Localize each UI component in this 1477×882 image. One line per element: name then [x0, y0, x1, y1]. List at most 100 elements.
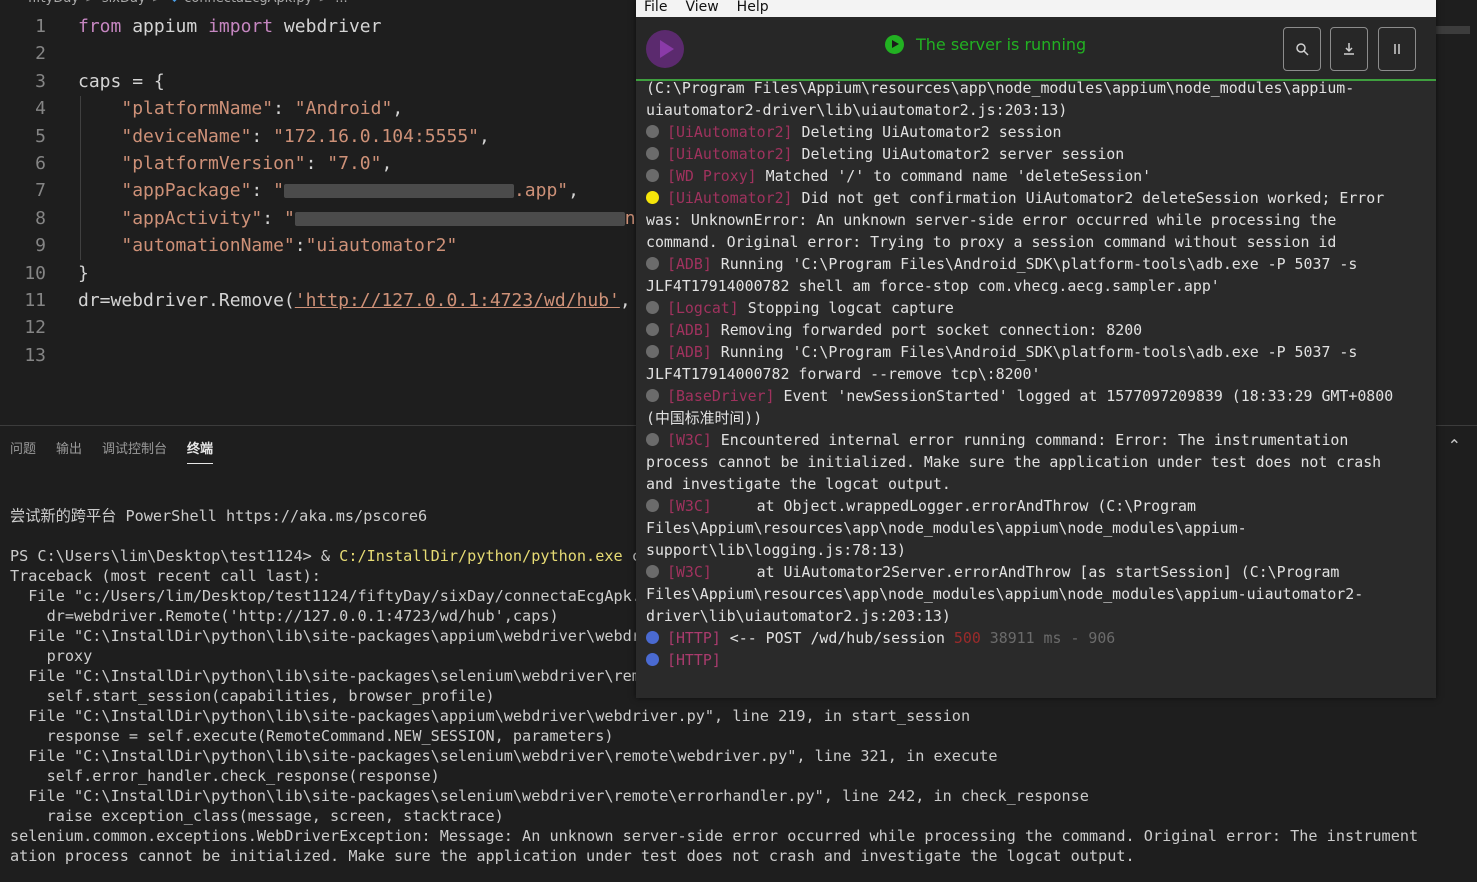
log-line: [ADB] Removing forwarded port socket con…	[646, 319, 1431, 341]
appium-logo-icon	[646, 30, 684, 68]
code-token: :	[251, 125, 274, 147]
log-text: process cannot be initialized. Make sure…	[646, 453, 1382, 471]
appium-header: The server is running	[636, 17, 1436, 81]
pause-server-button[interactable]	[1378, 27, 1416, 71]
code-line[interactable]: 6 "platformVersion": "7.0",	[0, 150, 640, 177]
terminal-text: File "C:\InstallDir\python\lib\site-pack…	[10, 667, 651, 685]
code-token: "	[273, 180, 284, 202]
terminal-line: Traceback (most recent call last):	[10, 566, 321, 586]
terminal-line: dr=webdriver.Remote('http://127.0.0.1:47…	[10, 606, 559, 626]
breadcrumb-item[interactable]: ...	[335, 0, 347, 6]
code-line[interactable]: 13	[0, 342, 640, 369]
log-line: [HTTP] <-- POST /wd/hub/session 500 3891…	[646, 627, 1431, 649]
log-text: command. Original error: Trying to proxy…	[646, 233, 1337, 251]
panel-tab[interactable]: 终端	[187, 438, 214, 464]
code-line[interactable]: 5 "deviceName": "172.16.0.104:5555",	[0, 123, 640, 150]
minimap-scrollbar[interactable]	[1436, 26, 1470, 34]
code-token: (	[283, 290, 295, 311]
code-text: "platformName": "Android",	[78, 95, 403, 122]
code-token: "7.0"	[327, 153, 382, 174]
line-number: 12	[24, 317, 46, 339]
log-text: Matched '/' to command name 'deleteSessi…	[756, 167, 1152, 185]
line-number: 7	[35, 180, 46, 202]
download-logs-button[interactable]	[1330, 27, 1368, 71]
search-icon	[1296, 42, 1309, 56]
log-line: support\lib\logging.js:78:13)	[646, 539, 1431, 561]
code-line[interactable]: 11 dr=webdriver.Remove('http://127.0.0.1:…	[0, 287, 640, 314]
code-token: "172.16.0.104:5555"	[273, 125, 479, 147]
terminal-line: proxy	[10, 646, 93, 666]
menu-file[interactable]: File	[644, 0, 667, 15]
log-text: Deleting UiAutomator2 session	[792, 123, 1062, 141]
code-line[interactable]: 1 from appium import webdriver	[0, 13, 640, 40]
terminal-text: response = self.execute(RemoteCommand.NE…	[10, 727, 614, 745]
log-line: and investigate the logcat output.	[646, 473, 1431, 495]
breadcrumb-item[interactable]: fiftyDay	[28, 0, 79, 6]
code-token: :	[262, 207, 284, 229]
log-line: driver\lib\uiautomator2.js:203:13)	[646, 605, 1431, 627]
info-icon	[646, 433, 659, 446]
log-line: was: UnknownError: An unknown server-sid…	[646, 209, 1431, 231]
log-line: [UiAutomator2] Deleting UiAutomator2 ses…	[646, 121, 1431, 143]
code-line[interactable]: 10}	[0, 260, 640, 287]
log-text: Did not get confirmation UiAutomator2 de…	[792, 189, 1385, 207]
terminal-text: dr=webdriver.Remote('http://127.0.0.1:47…	[10, 607, 559, 625]
log-tag: [W3C]	[667, 431, 712, 449]
code-token: }	[78, 262, 89, 284]
code-line[interactable]: 2	[0, 40, 640, 67]
line-number: 3	[35, 70, 46, 92]
code-line[interactable]: 9 "automationName":"uiautomator2"	[0, 232, 640, 259]
terminal-line: self.start_session(capabilities, browser…	[10, 686, 495, 706]
breadcrumb-item[interactable]: sixDay	[102, 0, 146, 6]
code-line[interactable]: 8 "appActivity": " n	[0, 205, 640, 232]
panel-tab[interactable]: 调试控制台	[102, 438, 167, 463]
code-token: "appPackage"	[121, 180, 252, 202]
panel-tab[interactable]: 输出	[56, 438, 82, 463]
terminal-text: File "C:\InstallDir\python\lib\site-pack…	[10, 747, 998, 765]
menu-help[interactable]: Help	[737, 0, 769, 15]
log-tag: [HTTP]	[667, 629, 721, 647]
code-text: caps = {	[78, 68, 165, 95]
code-line[interactable]: 7 "appPackage": " .app",	[0, 177, 640, 204]
terminal-text: proxy	[10, 647, 93, 665]
menu-bar: File View Help	[636, 0, 1436, 17]
code-token: = {	[121, 70, 165, 92]
terminal-text: Traceback (most recent call last):	[10, 567, 321, 585]
log-text: was: UnknownError: An unknown server-sid…	[646, 211, 1337, 229]
code-token: ,	[381, 153, 393, 174]
breadcrumb: fiftyDay > sixDay > ❖connectaEcgApk.py >...	[28, 0, 348, 9]
menu-view[interactable]: View	[685, 0, 718, 15]
line-number: 5	[35, 125, 46, 147]
code-line[interactable]: 3 caps = {	[0, 68, 640, 95]
log-text: Stopping logcat capture	[738, 299, 954, 317]
log-tag: [UiAutomator2]	[667, 189, 793, 207]
search-logs-button[interactable]	[1283, 27, 1321, 71]
breadcrumb-separator: >	[152, 0, 163, 6]
terminal-text: 尝试新的跨平台 PowerShell https://aka.ms/pscore…	[10, 507, 428, 525]
line-number: 10	[24, 262, 46, 284]
line-number: 11	[24, 290, 46, 311]
code-token: :	[251, 180, 274, 202]
python-file-icon: ❖	[169, 0, 181, 6]
code-line[interactable]: 12	[0, 314, 640, 341]
server-status: The server is running	[885, 35, 1086, 54]
log-text: (中国标准时间))	[646, 409, 763, 427]
terminal-text: File "C:\InstallDir\python\lib\site-pack…	[10, 707, 971, 725]
terminal-text: PS C:\Users\lim\Desktop\test1124> &	[10, 547, 340, 565]
line-number: 9	[35, 235, 46, 257]
server-status-text: The server is running	[916, 35, 1087, 54]
log-tag: [Logcat]	[667, 299, 739, 317]
terminal-line: File "c:/Users/lim/Desktop/test1124/fift…	[10, 586, 650, 606]
panel-tab[interactable]: 问题	[10, 438, 36, 463]
log-tag: [ADB]	[667, 255, 712, 273]
code-token: :	[294, 235, 306, 257]
chevron-up-icon[interactable]: ⌃	[1448, 436, 1461, 455]
breadcrumb-item[interactable]: connectaEcgApk.py	[184, 0, 312, 6]
code-token: ,	[619, 290, 631, 311]
code-line[interactable]: 4 "platformName": "Android",	[0, 95, 640, 122]
warning-icon	[646, 191, 659, 204]
terminal-text: self.start_session(capabilities, browser…	[10, 687, 495, 705]
log-text: <-- POST /wd/hub/session	[720, 629, 954, 647]
